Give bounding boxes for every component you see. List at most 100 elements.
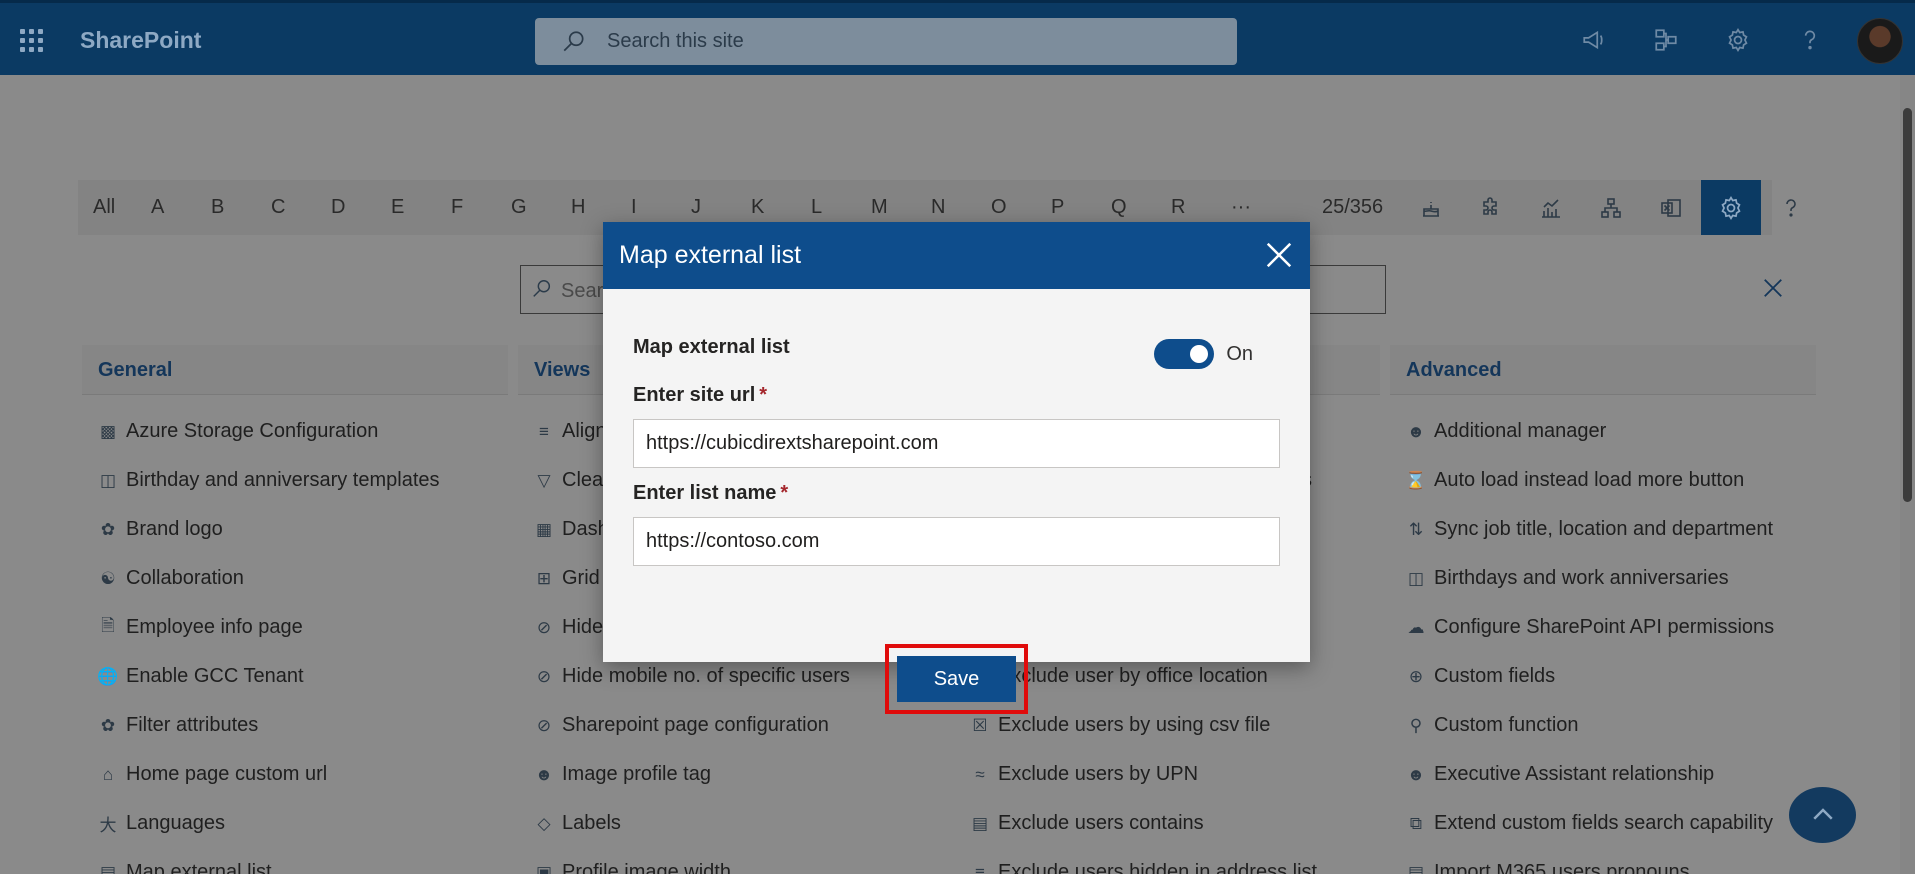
list-item[interactable]: ▤ Map external list (98, 848, 508, 874)
search-icon (533, 280, 551, 297)
database-icon: ▩ (99, 421, 117, 441)
letter-all[interactable]: All (93, 196, 151, 219)
list-item[interactable]: ✿ Brand logo (98, 505, 508, 554)
letter-d[interactable]: D (331, 196, 391, 219)
settings-gear-icon[interactable] (1701, 180, 1761, 235)
list-item[interactable]: ✿ Filter attributes (98, 701, 508, 750)
settings-gear-icon[interactable] (1723, 25, 1753, 55)
excel-icon[interactable] (1641, 180, 1701, 235)
list-item[interactable]: ◫ Birthdays and work anniversaries (1406, 554, 1816, 603)
list-item-label: Birthday and anniversary templates (126, 469, 440, 491)
list-item[interactable]: ⇅ Sync job title, location and department (1406, 505, 1816, 554)
brand-title[interactable]: SharePoint (80, 27, 201, 54)
list-name-input[interactable] (633, 517, 1280, 566)
more-letters[interactable]: ··· (1231, 196, 1291, 219)
site-url-input[interactable] (633, 419, 1280, 468)
megaphone-icon[interactable] (1579, 25, 1609, 55)
general-list: ▩ Azure Storage Configuration ◫ Birthday a… (82, 407, 508, 874)
general-header: General (82, 345, 508, 395)
list-item-label: Exclude users hidden in address list (998, 861, 1318, 874)
letter-r[interactable]: R (1171, 196, 1231, 219)
align-icon: ≡ (539, 421, 549, 441)
list-item-label: Profile image width (562, 861, 731, 874)
letter-l[interactable]: L (811, 196, 871, 219)
list-item[interactable]: ☻ Additional manager (1406, 407, 1816, 456)
letter-c[interactable]: C (271, 196, 331, 219)
puzzle-icon[interactable] (1461, 180, 1521, 235)
help-icon[interactable] (1795, 25, 1825, 55)
list-item-label: Sync job title, location and department (1434, 518, 1774, 540)
close-icon[interactable] (1264, 240, 1294, 270)
list-item-label: Hide mobile no. of specific users (562, 665, 850, 687)
close-icon[interactable] (1762, 277, 1784, 299)
list-item[interactable]: ☻ Image profile tag (534, 750, 944, 799)
list-item-label: Custom function (1434, 714, 1579, 736)
hide-icon: ⊘ (536, 617, 552, 637)
letter-o[interactable]: O (991, 196, 1051, 219)
list-item[interactable]: ⌂ Home page custom url (98, 750, 508, 799)
grid-icon: ⊞ (536, 568, 552, 588)
list-item[interactable]: ☒ Exclude users by using csv file (970, 701, 1380, 750)
scrollbar-thumb[interactable] (1903, 108, 1912, 502)
letter-n[interactable]: N (931, 196, 991, 219)
list-item[interactable]: ▣ Profile image width (534, 848, 944, 874)
list-item[interactable]: ⧉ Extend custom fields search capability (1406, 799, 1816, 848)
letter-f[interactable]: F (451, 196, 511, 219)
list-item[interactable]: ≈ Exclude users by UPN (970, 750, 1380, 799)
cake-icon[interactable] (1401, 180, 1461, 235)
chart-icon[interactable] (1521, 180, 1581, 235)
letter-b[interactable]: B (211, 196, 271, 219)
list-item[interactable]: ◫ Birthday and anniversary templates (98, 456, 508, 505)
list-item-label: Exclude users by using csv file (998, 714, 1271, 736)
list-item[interactable]: ⌛ Auto load instead load more button (1405, 456, 1816, 505)
letter-e[interactable]: E (391, 196, 451, 219)
letter-m[interactable]: M (871, 196, 931, 219)
chart-icon: ▦ (535, 519, 553, 539)
letter-i[interactable]: I (631, 196, 691, 219)
toggle-label: Map external list (633, 336, 790, 358)
advanced-list: ☻ Additional manager ⌛ Auto load instead l… (1390, 407, 1816, 874)
site-search-box[interactable]: Search this site (535, 18, 1237, 65)
list-item[interactable]: ☯ Collaboration (98, 554, 508, 603)
letter-a[interactable]: A (151, 196, 211, 219)
toolbar-actions (1401, 180, 1821, 235)
list-item-label: Collaboration (126, 567, 244, 589)
user-avatar[interactable] (1857, 18, 1903, 64)
list-item[interactable]: ▤ Import M365 users pronouns (1406, 848, 1816, 874)
list-item[interactable]: ⚲ Custom function (1406, 701, 1816, 750)
site-search-placeholder: Search this site (607, 30, 744, 52)
signal-icon: ≈ (975, 764, 985, 784)
list-item[interactable]: ⊕ Custom fields (1406, 652, 1816, 701)
letter-j[interactable]: J (691, 196, 751, 219)
list-item[interactable]: ☁ Configure SharePoint API permissions (1406, 603, 1816, 652)
list-name-label-text: Enter list name (633, 482, 777, 504)
letter-g[interactable]: G (511, 196, 571, 219)
spinner-icon: ⌛ (1405, 470, 1427, 490)
letter-k[interactable]: K (751, 196, 811, 219)
list-item[interactable]: 🗎 Employee info page (98, 603, 508, 652)
letter-h[interactable]: H (571, 196, 631, 219)
list-item[interactable]: ▤ Exclude users contains (970, 799, 1380, 848)
app-launcher-icon[interactable] (20, 29, 44, 53)
save-button[interactable]: Save (897, 656, 1016, 702)
letter-p[interactable]: P (1051, 196, 1111, 219)
list-item[interactable]: ⊘ Sharepoint page configuration (534, 701, 944, 750)
extend-icon: ⧉ (1409, 813, 1423, 833)
map-external-list-toggle[interactable] (1154, 339, 1215, 369)
scroll-to-top-button[interactable] (1789, 787, 1856, 843)
org-chart-icon[interactable] (1581, 180, 1641, 235)
list-item[interactable]: ▩ Azure Storage Configuration (98, 407, 508, 456)
list-item[interactable]: ☻ Executive Assistant relationship (1406, 750, 1816, 799)
toggle-group: On (1154, 339, 1253, 369)
letter-filter-list: All A B C D E F G H I J K L M N O P Q R … (78, 196, 1291, 219)
list-item-label: Sharepoint page configuration (562, 714, 829, 736)
list-item[interactable]: ≡ Exclude users hidden in address list (970, 848, 1380, 874)
org-app-icon[interactable] (1651, 25, 1681, 55)
list-item[interactable]: 大 Languages (98, 799, 508, 848)
letter-q[interactable]: Q (1111, 196, 1171, 219)
cloud-icon: ☁ (1407, 617, 1425, 637)
suite-bar: SharePoint Search this site (0, 0, 1915, 75)
help-icon[interactable] (1761, 180, 1821, 235)
list-item[interactable]: ◇ Labels (534, 799, 944, 848)
list-item[interactable]: 🌐 Enable GCC Tenant (97, 652, 508, 701)
